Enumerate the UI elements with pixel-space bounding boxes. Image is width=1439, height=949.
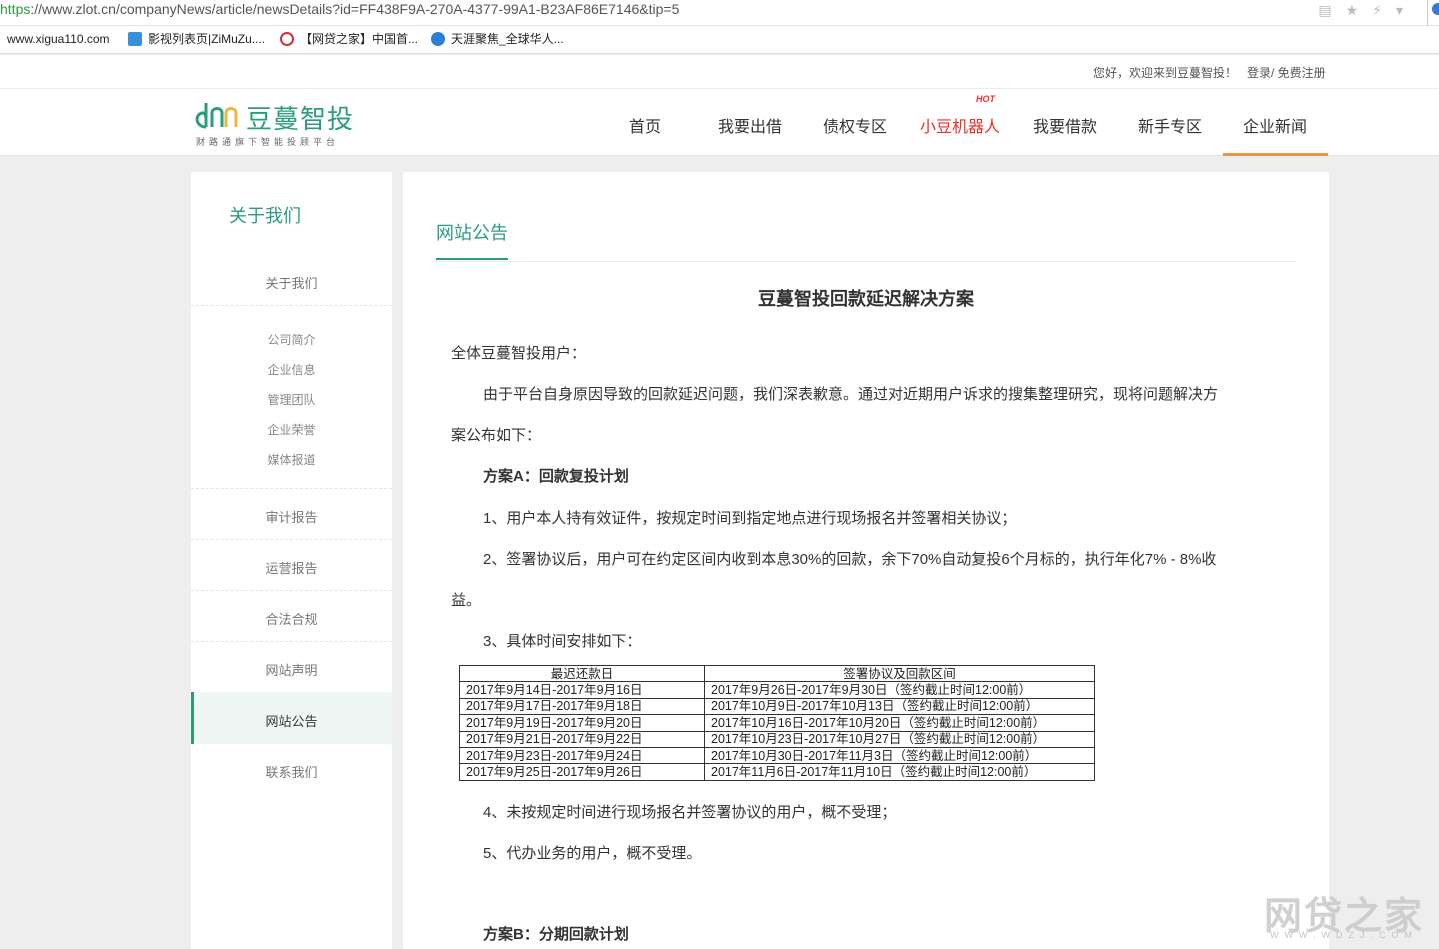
sidebar-sub-team[interactable]: 管理团队 [191, 391, 392, 408]
divider [191, 539, 392, 540]
table-header: 最迟还款日 [459, 664, 705, 683]
favorite-link[interactable]: 【网贷之家】中国首... [280, 32, 418, 46]
table-row: 2017年9月25日-2017年9月26日 2017年11月6日-2017年11… [459, 763, 1095, 781]
divider [191, 641, 392, 642]
section-title-underline [436, 258, 508, 260]
globe-icon [431, 32, 445, 46]
table-cell: 2017年9月21日-2017年9月22日 [459, 730, 705, 748]
divider [191, 488, 392, 489]
table-row: 2017年9月21日-2017年9月22日 2017年10月23日-2017年1… [459, 730, 1095, 748]
sidebar-item-compliance[interactable]: 合法合规 [191, 609, 392, 628]
schedule-table: 最迟还款日 签署协议及回款区间 2017年9月14日-2017年9月16日 20… [459, 664, 1095, 781]
table-cell: 2017年9月23日-2017年9月24日 [459, 746, 705, 765]
nav-company-news[interactable]: 企业新闻 [1243, 113, 1307, 137]
browser-logo-icon [1432, 3, 1439, 15]
divider [191, 305, 392, 306]
article-paragraph: 案公布如下： [451, 427, 542, 444]
table-cell: 2017年9月17日-2017年9月18日 [459, 697, 705, 716]
article-paragraph: 1、用户本人持有效证件，按规定时间到指定地点进行现场报名并签署相关协议； [483, 510, 1017, 527]
reader-mode-icon[interactable]: ▤ [1318, 2, 1331, 19]
site-header: 豆蔓智投 财路通旗下智能投顾平台 首页 我要出借 债权专区 小豆机器人 HOT … [0, 89, 1439, 156]
logo-mark-icon [195, 103, 238, 129]
lightning-icon[interactable]: ⚡ [1372, 2, 1382, 19]
table-row: 2017年9月19日-2017年9月20日 2017年10月16日-2017年1… [459, 714, 1095, 732]
table-header: 签署协议及回款区间 [704, 664, 1095, 683]
nav-borrow[interactable]: 我要借款 [1033, 113, 1097, 137]
table-header-row: 最迟还款日 签署协议及回款区间 [459, 664, 1095, 683]
nav-lend[interactable]: 我要出借 [718, 113, 782, 137]
table-cell: 2017年10月30日-2017年11月3日（签约截止时间12:00前） [704, 746, 1095, 765]
table-cell: 2017年10月9日-2017年10月13日（签约截止时间12:00前） [704, 697, 1095, 716]
chevron-down-icon[interactable]: ▾ [1396, 2, 1403, 19]
nav-active-indicator [1223, 153, 1328, 156]
table-cell: 2017年9月26日-2017年9月30日（签约截止时间12:00前） [704, 681, 1095, 699]
logo-tagline: 财路通旗下智能投顾平台 [196, 137, 340, 147]
sidebar-sub-info[interactable]: 企业信息 [191, 361, 392, 378]
table-cell: 2017年9月19日-2017年9月20日 [459, 714, 705, 732]
favorite-link[interactable]: 影视列表页|ZiMuZu.... [128, 32, 265, 46]
article-title: 豆蔓智投回款延迟解决方案 [758, 289, 974, 309]
article-paragraph: 由于平台自身原因导致的回款延迟问题，我们深表歉意。通过对近期用户诉求的搜集整理研… [483, 386, 1219, 403]
site-topbar: 您好，欢迎来到豆蔓智投！ 登录/ 免费注册 [0, 55, 1439, 89]
sidebar: 关于我们 关于我们 公司简介 企业信息 管理团队 企业荣誉 媒体报道 审计报告 … [191, 172, 392, 949]
logo-text: 豆蔓智投 [246, 105, 355, 135]
article-paragraph: 益。 [451, 592, 482, 609]
sidebar-item-audit[interactable]: 审计报告 [191, 507, 392, 526]
plan-b-heading: 方案B：分期回款计划 [483, 926, 629, 943]
main-content: 网站公告 豆蔓智投回款延迟解决方案 全体豆蔓智投用户： 由于平台自身原因导致的回… [403, 172, 1329, 949]
browser-address-bar[interactable]: https://www.zlot.cn/companyNews/article/… [0, 0, 1439, 26]
article-greeting: 全体豆蔓智投用户： [451, 345, 587, 362]
plan-a-heading: 方案A：回款复投计划 [483, 468, 629, 485]
section-title: 网站公告 [436, 223, 508, 243]
table-cell: 2017年10月16日-2017年10月20日（签约截止时间12:00前） [704, 714, 1095, 732]
sidebar-item-about[interactable]: 关于我们 [191, 273, 392, 292]
star-bookmark-icon[interactable]: ★ [1346, 2, 1359, 19]
article-paragraph: 5、代办业务的用户，概不受理。 [483, 845, 702, 862]
watermark-url: WWW.WDZJ.COM [1270, 930, 1418, 940]
site-favicon-icon [128, 32, 142, 46]
browser-edge [1427, 0, 1439, 26]
table-cell: 2017年9月14日-2017年9月16日 [459, 681, 705, 699]
login-register-link[interactable]: 登录/ 免费注册 [1247, 64, 1326, 81]
sidebar-item-operations[interactable]: 运营报告 [191, 558, 392, 577]
welcome-text: 您好，欢迎来到豆蔓智投！ [1093, 66, 1238, 80]
site-favicon-icon [280, 32, 294, 46]
table-cell: 2017年10月23日-2017年10月27日（签约截止时间12:00前） [704, 730, 1095, 748]
article-paragraph: 2、签署协议后，用户可在约定区间内收到本息30%的回款，余下70%自动复投6个月… [483, 551, 1217, 568]
table-row: 2017年9月14日-2017年9月16日 2017年9月26日-2017年9月… [459, 681, 1095, 699]
nav-debt-zone[interactable]: 债权专区 [823, 113, 887, 137]
nav-home[interactable]: 首页 [629, 113, 661, 137]
sidebar-item-statement[interactable]: 网站声明 [191, 660, 392, 679]
hot-badge: HOT [976, 94, 995, 104]
table-row: 2017年9月23日-2017年9月24日 2017年10月30日-2017年1… [459, 746, 1095, 765]
table-cell: 2017年11月6日-2017年11月10日（签约截止时间12:00前） [704, 763, 1095, 781]
article-paragraph: 4、未按规定时间进行现场报名并签署协议的用户，概不受理； [483, 804, 897, 821]
favorites-bar: www.xigua110.com 影视列表页|ZiMuZu.... 【网贷之家】… [0, 26, 1439, 54]
sidebar-item-announcement-label: 网站公告 [265, 714, 318, 729]
favorite-link[interactable]: 天涯聚焦_全球华人... [431, 32, 564, 46]
sidebar-sub-honors[interactable]: 企业荣誉 [191, 421, 392, 438]
url-text[interactable]: https://www.zlot.cn/companyNews/article/… [0, 0, 679, 18]
favorite-link[interactable]: www.xigua110.com [7, 32, 110, 46]
table-row: 2017年9月17日-2017年9月18日 2017年10月9日-2017年10… [459, 697, 1095, 716]
article-paragraph: 3、具体时间安排如下： [483, 633, 642, 650]
sidebar-title: 关于我们 [229, 206, 301, 226]
nav-robot[interactable]: 小豆机器人 [920, 113, 1000, 137]
sidebar-sub-media[interactable]: 媒体报道 [191, 451, 392, 468]
table-cell: 2017年9月25日-2017年9月26日 [459, 763, 705, 781]
sidebar-item-contact[interactable]: 联系我们 [191, 762, 392, 781]
divider [191, 590, 392, 591]
site-logo[interactable]: 豆蔓智投 财路通旗下智能投顾平台 [192, 97, 370, 149]
sidebar-sub-intro[interactable]: 公司简介 [191, 331, 392, 348]
divider [436, 261, 1296, 262]
nav-newbie[interactable]: 新手专区 [1138, 113, 1202, 137]
